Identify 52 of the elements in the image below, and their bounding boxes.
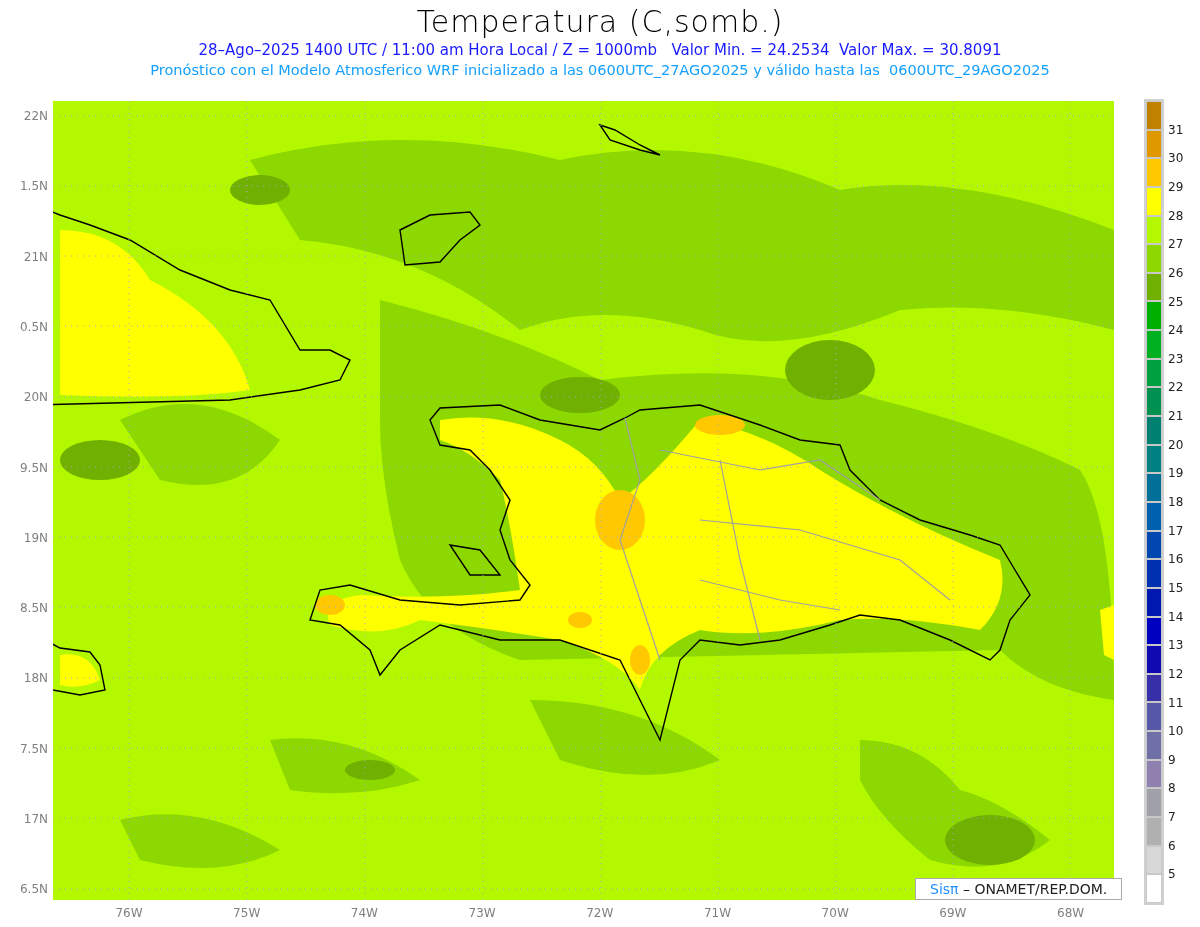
colorbar-label: 18 xyxy=(1168,495,1184,509)
latitude-label: 20N xyxy=(23,390,48,405)
longitude-label: 73W xyxy=(468,906,496,920)
colorbar-label: 11 xyxy=(1168,695,1184,710)
colorbar-label: 25 xyxy=(1168,294,1184,309)
latitude-label: 22N xyxy=(23,109,48,123)
longitude-label: 75W xyxy=(233,906,261,920)
longitude-label: 71W xyxy=(703,906,732,920)
colorbar-label: 12 xyxy=(1168,666,1184,681)
colorbar-label: 6 xyxy=(1168,838,1176,853)
colorbar-label: 27 xyxy=(1168,237,1184,252)
latitude-label: 9.5N xyxy=(19,460,48,475)
chart-subtitle: 28–Ago–2025 1400 UTC / 11:00 am Hora Local / Z = 1000mb Valor Min. = 24.2534 Valor Max. = 30.8091 xyxy=(198,40,1002,60)
colorbar-label: 26 xyxy=(1168,265,1184,280)
colorbar-label: 7 xyxy=(1168,810,1176,825)
colorbar-label: 21 xyxy=(1168,409,1184,424)
longitude-label: 72W xyxy=(586,906,614,920)
colorbar-label: 28 xyxy=(1168,208,1184,223)
colorbar-label: 23 xyxy=(1168,351,1184,366)
colorbar-label: 17 xyxy=(1168,523,1184,538)
longitude-label: 69W xyxy=(939,906,967,920)
credit-label: Sisπ – ONAMET/REP.DOM. xyxy=(915,878,1123,900)
latitude-label: 19N xyxy=(23,530,48,545)
latitude-label: 21N xyxy=(23,249,48,264)
colorbar-label: 5 xyxy=(1168,867,1176,882)
colorbar-label: 8 xyxy=(1168,781,1176,796)
colorbar-label: 9 xyxy=(1168,752,1176,767)
colorbar-label: 14 xyxy=(1168,609,1184,624)
chart-title: Temperatura (C,somb.) xyxy=(416,4,784,40)
latitude-label: 6.5N xyxy=(19,882,48,897)
colorbar-label: 31 xyxy=(1168,122,1184,137)
longitude-label: 76W xyxy=(115,906,143,920)
latitude-label: 0.5N xyxy=(19,319,48,334)
colorbar-label: 15 xyxy=(1168,580,1184,595)
latitude-label: 18N xyxy=(23,671,48,686)
colorbar-label: 24 xyxy=(1168,323,1184,338)
longitude-label: 74W xyxy=(350,906,378,920)
colorbar-label: 10 xyxy=(1168,724,1184,739)
colorbar-label: 22 xyxy=(1168,380,1184,395)
latitude-label: 8.5N xyxy=(19,601,48,616)
colorbar-label: 13 xyxy=(1168,638,1184,653)
latitude-label: 17N xyxy=(23,812,48,826)
colorbar-label: 20 xyxy=(1168,437,1184,452)
longitude-label: 70W xyxy=(821,906,849,920)
colorbar-label: 30 xyxy=(1168,151,1184,166)
model-note: Pronóstico con el Modelo Atmosferico WRF inicializado a las 0600UTC_27AGO2025 y válido hasta las 0600UTC_29AGO2025 xyxy=(150,61,1050,80)
colorbar-label: 16 xyxy=(1168,552,1184,567)
colorbar-label: 19 xyxy=(1168,466,1184,481)
latitude-label: 1.5N xyxy=(19,179,48,194)
colorbar-label: 29 xyxy=(1168,179,1184,194)
longitude-label: 68W xyxy=(1057,906,1085,920)
latitude-label: 7.5N xyxy=(19,741,48,756)
